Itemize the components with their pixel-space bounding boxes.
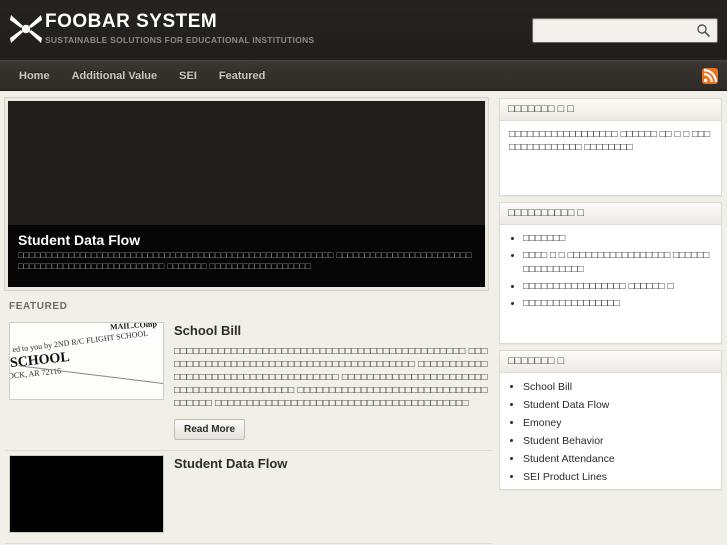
article-title[interactable]: School Bill [174, 322, 488, 339]
featured-section-label: FEATURED [9, 301, 68, 312]
hero-title[interactable]: Student Data Flow [18, 231, 475, 249]
widget-body: □□□□□□□ □□□□ □ □ □□□□□□□□□□□□□□□□□ □□□□□… [500, 225, 721, 322]
widget-body: □□□□□□□□□□□□□□□□□□ □□□□□□ □□ □ □ □□□□□□□… [509, 129, 711, 153]
widget-title: □□□□□□□ □ □ [500, 99, 721, 121]
list-item-student-attendance[interactable]: Student Attendance [523, 452, 712, 466]
site-tagline: SUSTAINABLE SOLUTIONS FOR EDUCATIONAL IN… [45, 35, 315, 45]
x-star-logo-icon[interactable] [8, 11, 44, 47]
article-student-data-flow: Student Data Flow [5, 451, 492, 544]
main-content: Student Data Flow □□□□□□□□□□□□□□□□□□□□□□… [5, 98, 492, 545]
scan-line-2: ed to you by 2ND R/C FLIGHT SCHOOL [11, 328, 149, 355]
nav-item-sei[interactable]: SEI [168, 61, 208, 92]
article-body: School Bill □□□□□□□□□□□□□□□□□□□□□□□□□□□□… [174, 322, 488, 440]
nav-list: Home Additional Value SEI Featured [0, 61, 727, 92]
list-item: □□□□□□□□□□□□□□□□□ □□□□□□ □ [523, 280, 712, 294]
list-item-emoney[interactable]: Emoney [523, 416, 712, 430]
list-item: □□□□□□□ [523, 232, 712, 246]
article-excerpt: □□□□□□□□□□□□□□□□□□□□□□□□□□□□□□□□□□□□□□□□… [174, 346, 488, 409]
list-item-student-data-flow[interactable]: Student Data Flow [523, 398, 712, 412]
page-body: Student Data Flow □□□□□□□□□□□□□□□□□□□□□□… [0, 91, 727, 545]
scanned-document-image: MAIL.COmp ed to you by 2ND R/C FLIGHT SC… [10, 323, 163, 399]
article-thumbnail[interactable] [9, 455, 164, 533]
list-item: □□□□□□□□□□□□□□□□ [523, 297, 712, 311]
list-item-sei-product-lines[interactable]: SEI Product Lines [523, 470, 712, 484]
widget-list: □□□□□□□ □□□□ □ □ □□□□□□□□□□□□□□□□□ □□□□□… [509, 232, 712, 311]
list-item: □□□□ □ □ □□□□□□□□□□□□□□□□□ □□□□□□□□□□□□□… [523, 249, 712, 277]
sidebar-widget-three: □□□□□□□ □ School Bill Student Data Flow … [499, 350, 722, 490]
sidebar-widget-one: □□□□□□□ □ □ □□□□□□□□□□□□□□□□□□ □□□□□□ □□… [499, 98, 722, 196]
list-item-student-behavior[interactable]: Student Behavior [523, 434, 712, 448]
main-navigation: Home Additional Value SEI Featured [0, 60, 727, 91]
article-thumbnail[interactable]: MAIL.COmp ed to you by 2ND R/C FLIGHT SC… [9, 322, 164, 400]
article-body: Student Data Flow [174, 455, 488, 533]
site-title: FOOBAR SYSTEM [45, 11, 218, 32]
site-header: FOOBAR SYSTEM SUSTAINABLE SOLUTIONS FOR … [0, 0, 727, 60]
nav-item-featured[interactable]: Featured [208, 61, 276, 92]
widget-title: □□□□□□□□□□ □ [500, 203, 721, 225]
read-more-button[interactable]: Read More [174, 419, 246, 440]
sidebar-widget-two: □□□□□□□□□□ □ □□□□□□□ □□□□ □ □ □□□□□□□□□□… [499, 202, 722, 344]
search-input[interactable] [533, 19, 693, 42]
hero-featured-post[interactable]: Student Data Flow □□□□□□□□□□□□□□□□□□□□□□… [5, 98, 488, 290]
recent-posts-list: School Bill Student Data Flow Emoney Stu… [509, 380, 712, 484]
search-box[interactable] [532, 18, 718, 43]
sidebar: □□□□□□□ □ □ □□□□□□□□□□□□□□□□□□ □□□□□□ □□… [499, 98, 722, 545]
hero-excerpt: □□□□□□□□□□□□□□□□□□□□□□□□□□□□□□□□□□□□□□□□… [18, 250, 472, 271]
rss-feed-icon[interactable] [702, 68, 718, 84]
article-school-bill: MAIL.COmp ed to you by 2ND R/C FLIGHT SC… [5, 318, 492, 451]
widget-title: □□□□□□□ □ [500, 351, 721, 373]
list-item-school-bill[interactable]: School Bill [523, 380, 712, 394]
article-title[interactable]: Student Data Flow [174, 455, 488, 472]
nav-item-home[interactable]: Home [8, 61, 61, 92]
search-icon[interactable] [696, 23, 711, 38]
nav-item-additional-value[interactable]: Additional Value [61, 61, 169, 92]
brand-block[interactable]: FOOBAR SYSTEM SUSTAINABLE SOLUTIONS FOR … [45, 11, 314, 46]
hero-caption: Student Data Flow □□□□□□□□□□□□□□□□□□□□□□… [8, 225, 485, 287]
widget-body: School Bill Student Data Flow Emoney Stu… [500, 373, 721, 496]
